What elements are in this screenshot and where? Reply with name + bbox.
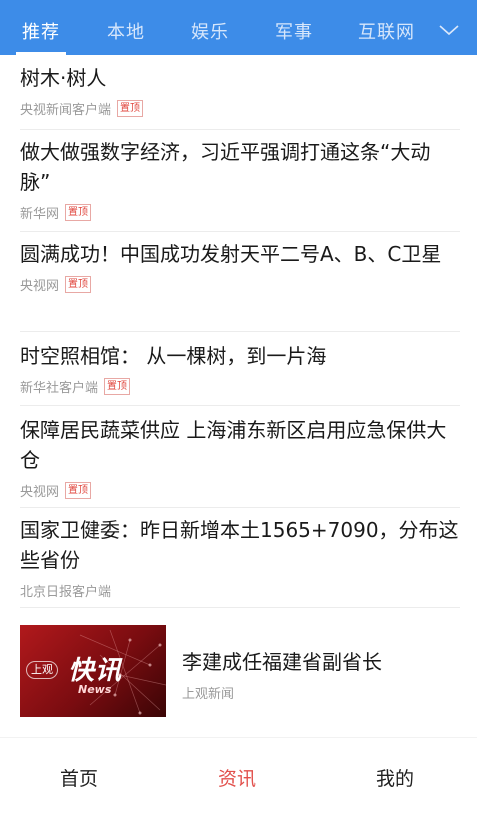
tab-internet[interactable]: 互联网 [358, 0, 415, 55]
channel-tab-bar: 推荐 本地 娱乐 军事 互联网 [0, 0, 477, 55]
tab-local[interactable]: 本地 [107, 0, 145, 55]
news-thumbnail: 上观 快讯 News [20, 625, 166, 717]
bottom-navigation: 首页 资讯 我的 [0, 737, 477, 798]
pinned-badge: 置顶 [65, 482, 92, 499]
news-title: 圆满成功！中国成功发射天平二号A、B、C卫星 [20, 242, 442, 266]
news-title: 国家卫健委：昨日新增本土1565+7090，分布这些省份 [20, 518, 459, 572]
nav-news[interactable]: 资讯 [218, 738, 256, 798]
news-source: 北京日报客户端 [20, 585, 112, 600]
news-source: 新华网 [20, 207, 60, 222]
news-title: 时空照相馆： 从一棵树，到一片海 [20, 344, 327, 368]
news-item[interactable]: 保障居民蔬菜供应 上海浦东新区启用应急保供大仓 央视网 置顶 [20, 415, 460, 508]
thumbnail-headline: 快讯 [68, 656, 123, 686]
news-item[interactable]: 圆满成功！中国成功发射天平二号A、B、C卫星 央视网 置顶 [20, 239, 460, 332]
news-title: 李建成任福建省副省长 [182, 650, 382, 674]
news-source: 上观新闻 [182, 687, 235, 702]
tab-military[interactable]: 军事 [275, 0, 313, 55]
pinned-badge: 置顶 [65, 276, 92, 293]
publisher-logo: 上观 [26, 661, 58, 679]
pinned-badge: 置顶 [117, 100, 144, 117]
news-item[interactable]: 做大做强数字经济，习近平强调打通这条“大动脉” 新华网 置顶 [20, 137, 460, 232]
news-item-with-image[interactable]: 上观 快讯 News 李建成任福建省副省长 上观新闻 [20, 625, 460, 746]
active-tab-indicator [16, 52, 66, 55]
news-item[interactable]: 时空照相馆： 从一棵树，到一片海 新华社客户端 置顶 [20, 341, 460, 406]
nav-home[interactable]: 首页 [60, 738, 98, 798]
tab-entertainment[interactable]: 娱乐 [191, 0, 229, 55]
chevron-down-icon[interactable] [438, 20, 460, 40]
pinned-badge: 置顶 [104, 378, 131, 395]
tab-recommend[interactable]: 推荐 [22, 0, 60, 55]
pinned-badge: 置顶 [65, 204, 92, 221]
news-source: 央视网 [20, 485, 60, 500]
news-source: 新华社客户端 [20, 381, 99, 396]
news-title: 做大做强数字经济，习近平强调打通这条“大动脉” [20, 140, 431, 194]
news-item[interactable]: 国家卫健委：昨日新增本土1565+7090，分布这些省份 北京日报客户端 [20, 515, 460, 608]
news-source: 央视新闻客户端 [20, 103, 112, 118]
news-title: 保障居民蔬菜供应 上海浦东新区启用应急保供大仓 [20, 418, 447, 472]
news-item[interactable]: 树木·树人 央视新闻客户端 置顶 [20, 63, 460, 130]
news-source: 央视网 [20, 279, 60, 294]
nav-profile[interactable]: 我的 [376, 738, 414, 798]
news-title: 树木·树人 [20, 66, 107, 90]
thumbnail-subtext: News [78, 683, 112, 696]
